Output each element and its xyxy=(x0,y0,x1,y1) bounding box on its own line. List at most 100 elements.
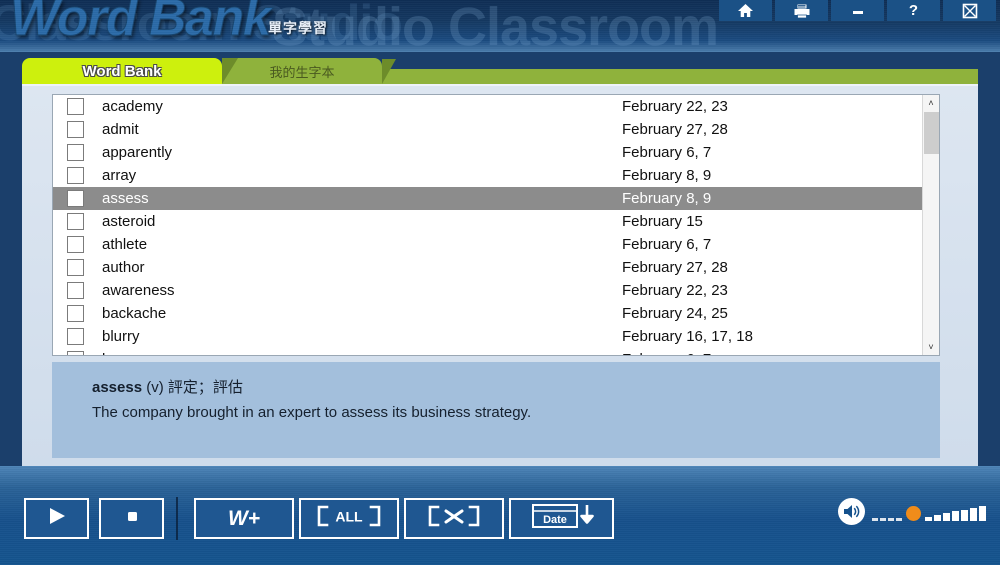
table-row[interactable]: apparently February 6, 7 xyxy=(53,141,922,164)
close-button[interactable] xyxy=(943,0,996,21)
definition-example: The company brought in an expert to asse… xyxy=(92,404,532,421)
row-date: February 8, 9 xyxy=(622,190,712,207)
tab-my-wordbook-label: 我的生字本 xyxy=(269,64,335,80)
row-word: asteroid xyxy=(102,213,156,230)
row-word: assess xyxy=(102,190,149,207)
row-checkbox[interactable] xyxy=(67,351,84,355)
toolbar-divider xyxy=(176,497,178,540)
window-controls: ? xyxy=(719,0,996,21)
volume-tick xyxy=(970,508,977,521)
sort-date-icon: Date xyxy=(523,502,601,535)
row-date: February 6, 7 xyxy=(622,144,712,161)
speaker-icon[interactable] xyxy=(838,498,865,525)
row-checkbox[interactable] xyxy=(67,236,84,253)
print-button[interactable] xyxy=(775,0,828,21)
row-date: February 6, 7 xyxy=(622,236,712,253)
row-checkbox[interactable] xyxy=(67,328,84,345)
table-row[interactable]: array February 8, 9 xyxy=(53,164,922,187)
volume-tick xyxy=(925,516,932,521)
select-all-button[interactable]: ALL xyxy=(299,498,399,539)
row-checkbox[interactable] xyxy=(67,190,84,207)
row-checkbox[interactable] xyxy=(67,167,84,184)
row-date: February 15 xyxy=(622,213,703,230)
row-date: February 22, 23 xyxy=(622,282,728,299)
row-word: athlete xyxy=(102,236,148,253)
row-date: February 8, 9 xyxy=(622,167,712,184)
volume-control[interactable] xyxy=(838,498,986,525)
definition-word: assess xyxy=(92,379,143,396)
table-row[interactable]: bFebruary 6, 7 xyxy=(53,348,922,355)
select-all-icon: ALL xyxy=(313,504,385,533)
row-date: February 24, 25 xyxy=(622,305,728,322)
stop-button[interactable] xyxy=(99,498,164,539)
row-word: academy xyxy=(102,98,163,115)
tab-my-wordbook[interactable]: 我的生字本 xyxy=(222,58,382,84)
table-row[interactable]: backache February 24, 25 xyxy=(53,302,922,325)
scrollbar-thumb[interactable] xyxy=(924,112,939,154)
minimize-button[interactable] xyxy=(831,0,884,21)
table-row[interactable]: author February 27, 28 xyxy=(53,256,922,279)
table-row[interactable]: assess February 8, 9 xyxy=(53,187,922,210)
word-list-scrollbar[interactable]: ˄ ˅ xyxy=(922,95,939,355)
home-button[interactable] xyxy=(719,0,772,21)
table-row[interactable]: admit February 27, 28 xyxy=(53,118,922,141)
table-row[interactable]: asteroid February 15 xyxy=(53,210,922,233)
table-row[interactable]: blurry February 16, 17, 18 xyxy=(53,325,922,348)
play-icon xyxy=(46,506,68,531)
deselect-all-button[interactable] xyxy=(404,498,504,539)
row-word: apparently xyxy=(102,144,173,161)
row-word: author xyxy=(102,259,145,276)
word-list[interactable]: academy February 22, 23 admit February 27, … xyxy=(52,94,940,356)
row-checkbox[interactable] xyxy=(67,282,84,299)
table-row[interactable]: academy February 22, 23 xyxy=(53,95,922,118)
app-brand-title: Word Bank xyxy=(9,0,272,48)
volume-tick xyxy=(934,514,941,521)
row-checkbox[interactable] xyxy=(67,259,84,276)
row-checkbox[interactable] xyxy=(67,121,84,138)
row-checkbox[interactable] xyxy=(67,144,84,161)
row-date: February 6, 7 xyxy=(622,351,922,355)
question-mark-icon: ? xyxy=(908,2,919,19)
definition-headword-line: assess (v) 評定；評估 xyxy=(92,376,940,397)
play-button[interactable] xyxy=(24,498,89,539)
help-button[interactable]: ? xyxy=(887,0,940,21)
row-checkbox[interactable] xyxy=(67,213,84,230)
volume-tick xyxy=(872,517,878,521)
volume-tick xyxy=(943,513,950,521)
volume-tick xyxy=(952,511,959,521)
app-brand-subtitle: 單字學習 xyxy=(268,20,328,36)
row-word: admit xyxy=(102,121,139,138)
deselect-all-icon xyxy=(418,504,490,533)
table-row[interactable]: athlete February 6, 7 xyxy=(53,233,922,256)
row-checkbox[interactable] xyxy=(67,305,84,322)
tab-strip-filler xyxy=(382,59,978,84)
svg-text:ALL: ALL xyxy=(335,509,363,525)
word-list-rows: academy February 22, 23 admit February 27, … xyxy=(53,95,922,355)
add-word-button[interactable]: W+ xyxy=(194,498,294,539)
volume-tick xyxy=(880,517,886,521)
row-word: awareness xyxy=(102,282,175,299)
row-word: b xyxy=(102,351,622,355)
row-checkbox[interactable] xyxy=(67,98,84,115)
bottom-toolbar: W+ ALL Date xyxy=(0,466,1000,565)
printer-icon xyxy=(793,3,811,19)
volume-knob[interactable] xyxy=(906,505,921,521)
row-date: February 22, 23 xyxy=(622,98,728,115)
word-bank-app: Classroom Studio Studio Classroom Word B… xyxy=(0,0,1000,565)
home-icon xyxy=(737,3,754,18)
row-date: February 27, 28 xyxy=(622,121,728,138)
volume-slider[interactable] xyxy=(872,503,986,521)
tab-word-bank-label: Word Bank xyxy=(82,62,162,80)
add-word-label: W+ xyxy=(227,506,261,530)
scroll-up-arrow[interactable]: ˄ xyxy=(923,95,939,111)
volume-tick xyxy=(896,517,902,521)
sort-by-date-button[interactable]: Date xyxy=(509,498,614,539)
row-date: February 27, 28 xyxy=(622,259,728,276)
scroll-down-arrow[interactable]: ˅ xyxy=(923,339,939,355)
definition-panel: assess (v) 評定；評估 The company brought in … xyxy=(52,362,940,458)
svg-text:Date: Date xyxy=(543,514,567,526)
close-icon xyxy=(962,3,978,19)
table-row[interactable]: awareness February 22, 23 xyxy=(53,279,922,302)
volume-tick xyxy=(961,509,968,521)
tab-word-bank[interactable]: Word Bank xyxy=(22,58,222,84)
